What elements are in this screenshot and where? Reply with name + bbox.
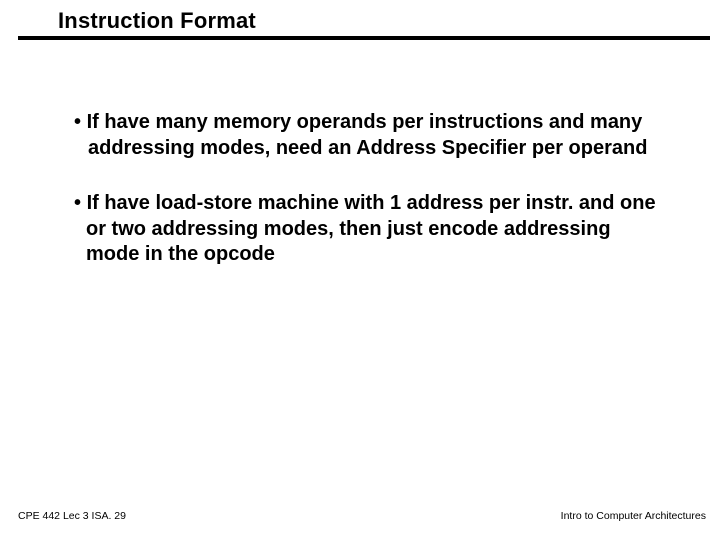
slide: Instruction Format • If have many memory… xyxy=(0,0,720,540)
bullet-marker: • xyxy=(74,192,87,214)
footer-right: Intro to Computer Architectures xyxy=(561,510,706,522)
bullet-marker: • xyxy=(74,111,87,133)
footer-left: CPE 442 Lec 3 ISA. 29 xyxy=(18,510,126,522)
bullet-2: • If have load-store machine with 1 addr… xyxy=(68,191,660,268)
bullet-2-text: If have load-store machine with 1 addres… xyxy=(86,192,656,265)
body-area: • If have many memory operands per instr… xyxy=(68,110,660,268)
bullet-1-text: If have many memory operands per instruc… xyxy=(87,111,648,159)
title-area: Instruction Format xyxy=(58,8,700,36)
slide-title: Instruction Format xyxy=(58,8,700,34)
title-underline xyxy=(18,36,710,40)
bullet-1: • If have many memory operands per instr… xyxy=(68,110,660,161)
